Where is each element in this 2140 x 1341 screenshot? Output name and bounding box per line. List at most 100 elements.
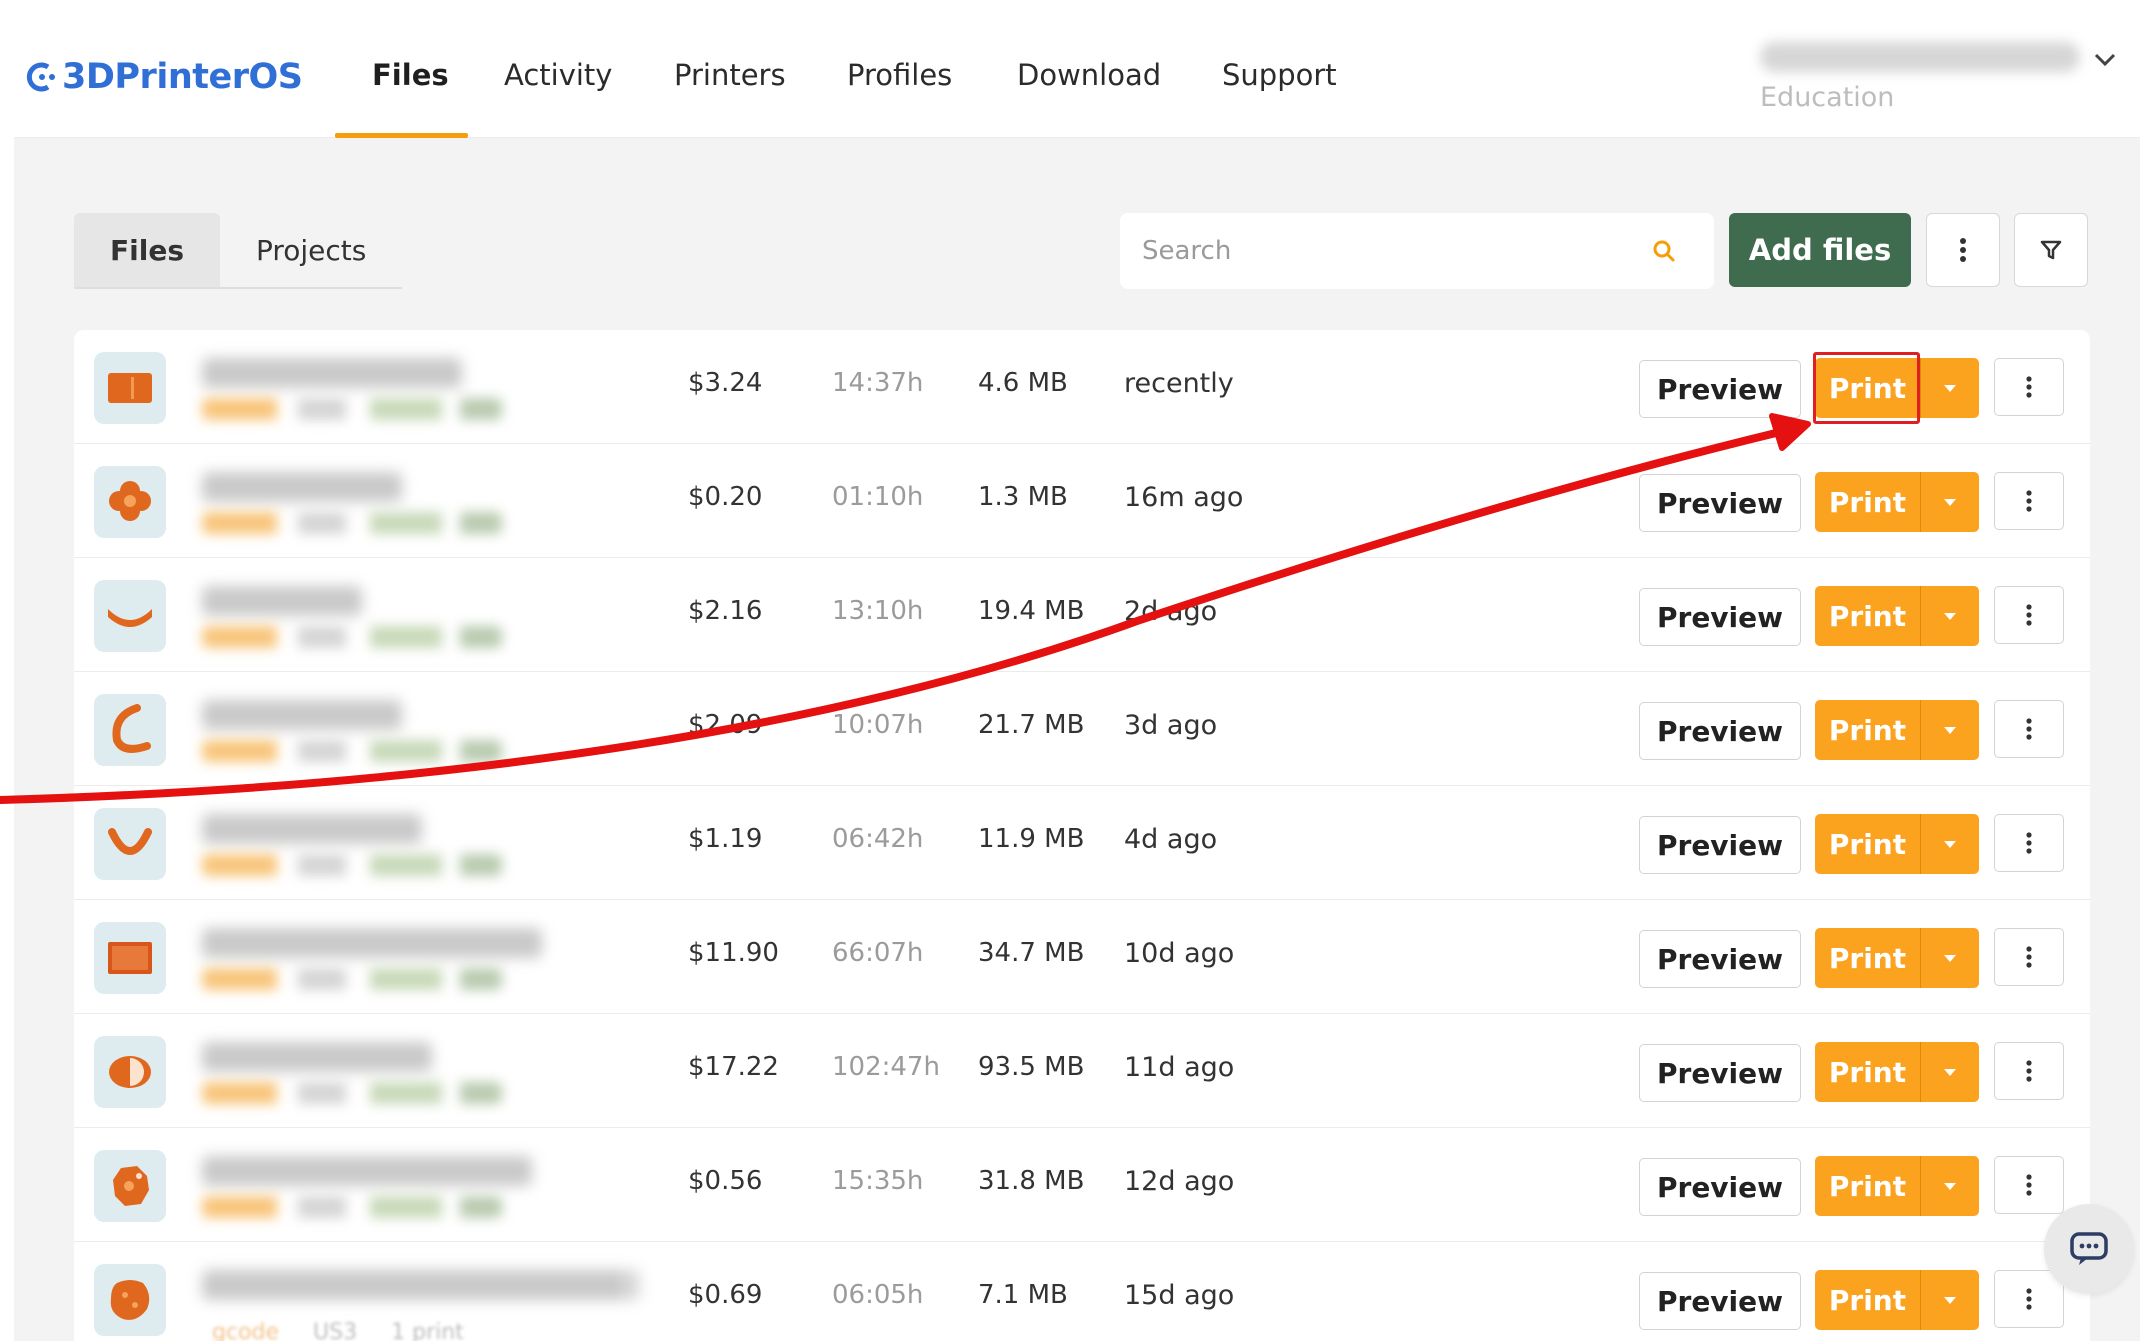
row-more-button[interactable] [1994,472,2064,530]
file-print-count: 1 print [391,1320,464,1341]
row-more-button[interactable] [1994,814,2064,872]
file-print-time: 06:42h [832,824,924,854]
file-print-time: 06:05h [832,1280,924,1310]
print-button[interactable]: Print [1815,472,1921,532]
print-options-chevron-icon[interactable] [1921,1042,1979,1102]
file-name-redacted [202,1042,432,1072]
file-print-time: 01:10h [832,482,924,512]
print-split-button: Print [1815,700,1979,760]
file-date: 2d ago [1124,596,1218,627]
vertical-dots-icon [1960,238,1966,262]
file-meta-redacted [202,398,502,420]
nav-tab-files[interactable]: Files [372,58,449,102]
print-button[interactable]: Print [1815,1270,1921,1330]
row-more-button[interactable] [1994,1270,2064,1328]
row-more-button[interactable] [1994,700,2064,758]
file-print-time: 13:10h [832,596,924,626]
file-name-redacted [202,700,402,730]
preview-button[interactable]: Preview [1639,1158,1801,1216]
file-meta-redacted [202,968,502,990]
chat-support-button[interactable] [2044,1204,2134,1294]
print-split-button: Print [1815,814,1979,874]
print-options-chevron-icon[interactable] [1921,586,1979,646]
brand-name: 3DPrinterOS [62,57,303,97]
row-more-button[interactable] [1994,586,2064,644]
row-more-button[interactable] [1994,1042,2064,1100]
filter-icon [2040,240,2062,260]
file-meta-redacted [202,512,502,534]
add-files-button[interactable]: Add files [1729,213,1911,287]
preview-button[interactable]: Preview [1639,816,1801,874]
subtab-files[interactable]: Files [74,213,220,287]
table-row[interactable]: $2.16 13:10h 19.4 MB 2d ago Preview Prin… [74,558,2090,672]
print-options-chevron-icon[interactable] [1921,814,1979,874]
print-options-chevron-icon[interactable] [1921,1270,1979,1330]
vertical-dots-icon [2026,1288,2032,1310]
nav-tab-profiles[interactable]: Profiles [847,58,952,102]
table-row[interactable]: $0.56 15:35h 31.8 MB 12d ago Preview Pri… [74,1128,2090,1242]
table-row[interactable]: $3.24 14:37h 4.6 MB recently Preview Pri… [74,330,2090,444]
print-options-chevron-icon[interactable] [1921,358,1979,418]
file-date: 10d ago [1124,938,1235,969]
print-options-chevron-icon[interactable] [1921,1156,1979,1216]
file-name-redacted [202,358,462,388]
file-date: 11d ago [1124,1052,1235,1083]
user-email-redacted[interactable] [1760,42,2080,72]
table-row[interactable]: $11.90 66:07h 34.7 MB 10d ago Preview Pr… [74,900,2090,1014]
table-row[interactable]: gcode US3 1 print $0.69 06:05h 7.1 MB 15… [74,1242,2090,1341]
nav-tab-support[interactable]: Support [1222,58,1337,102]
preview-button[interactable]: Preview [1639,1272,1801,1330]
vertical-dots-icon [2026,718,2032,740]
user-menu-chevron-icon[interactable] [2094,44,2116,74]
search-icon[interactable] [1652,239,1676,267]
filter-button[interactable] [2014,213,2088,287]
print-button[interactable]: Print [1815,928,1921,988]
more-options-button[interactable] [1926,213,2000,287]
preview-button[interactable]: Preview [1639,474,1801,532]
file-date: recently [1124,368,1234,399]
file-size: 31.8 MB [978,1166,1085,1196]
gear-part-icon [94,1150,166,1222]
row-more-button[interactable] [1994,358,2064,416]
table-row[interactable]: $17.22 102:47h 93.5 MB 11d ago Preview P… [74,1014,2090,1128]
preview-button[interactable]: Preview [1639,1044,1801,1102]
nav-tab-activity[interactable]: Activity [504,58,612,102]
table-row[interactable]: $1.19 06:42h 11.9 MB 4d ago Preview Prin… [74,786,2090,900]
file-cost: $2.09 [688,710,763,740]
file-cost: $0.69 [688,1280,763,1310]
file-meta-redacted [202,854,502,876]
file-name-redacted [202,472,402,502]
preview-button[interactable]: Preview [1639,702,1801,760]
file-size: 4.6 MB [978,368,1068,398]
print-options-chevron-icon[interactable] [1921,928,1979,988]
preview-button[interactable]: Preview [1639,588,1801,646]
table-row[interactable]: $2.09 10:07h 21.7 MB 3d ago Preview Prin… [74,672,2090,786]
vertical-dots-icon [2026,946,2032,968]
nav-tab-download[interactable]: Download [1017,58,1161,102]
search-input[interactable] [1142,236,1622,266]
chat-icon [2070,1232,2108,1265]
file-meta-redacted [202,740,502,762]
subtab-projects[interactable]: Projects [220,213,402,287]
print-button[interactable]: Print [1815,700,1921,760]
preview-button[interactable]: Preview [1639,930,1801,988]
search-box[interactable] [1120,213,1714,289]
active-tab-indicator [335,133,468,138]
print-button[interactable]: Print [1815,1042,1921,1102]
print-button[interactable]: Print [1815,1156,1921,1216]
logo-icon [26,62,55,92]
brand-logo[interactable]: 3DPrinterOS [26,52,303,102]
row-more-button[interactable] [1994,928,2064,986]
preview-button[interactable]: Preview [1639,360,1801,418]
print-options-chevron-icon[interactable] [1921,472,1979,532]
nav-tab-printers[interactable]: Printers [674,58,786,102]
print-button[interactable]: Print [1815,586,1921,646]
row-more-button[interactable] [1994,1156,2064,1214]
print-split-button: Print [1815,1042,1979,1102]
print-button[interactable]: Print [1815,814,1921,874]
print-split-button: Print [1815,472,1979,532]
file-date: 4d ago [1124,824,1218,855]
print-options-chevron-icon[interactable] [1921,700,1979,760]
file-cost: $1.19 [688,824,763,854]
table-row[interactable]: $0.20 01:10h 1.3 MB 16m ago Preview Prin… [74,444,2090,558]
